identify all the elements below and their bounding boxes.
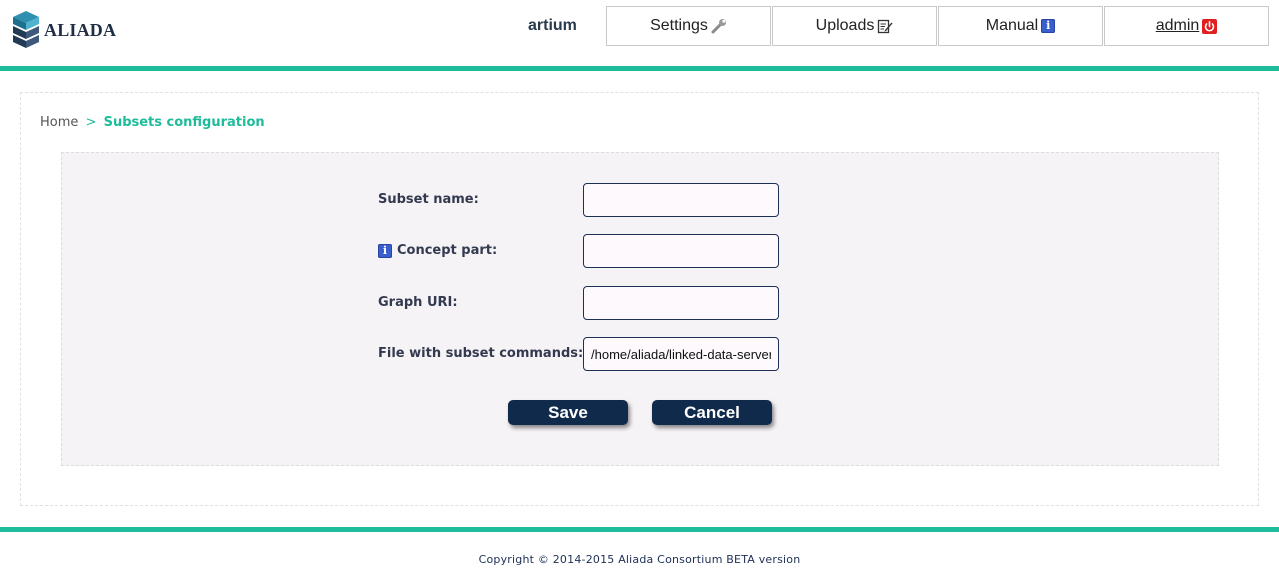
concept-part-info-icon[interactable]: i (378, 243, 392, 258)
concept-part-label-text: Concept part: (397, 243, 498, 258)
nav-manual[interactable]: Manual i (938, 6, 1103, 46)
current-user-name: artium (528, 17, 577, 34)
breadcrumb-separator: > (85, 115, 97, 130)
graph-uri-input[interactable] (583, 286, 779, 320)
breadcrumb-home[interactable]: Home (40, 115, 78, 130)
file-commands-label: File with subset commands: (378, 346, 584, 361)
logo-icon (13, 11, 39, 48)
main-nav: Settings Uploads Manual i admin (606, 6, 1270, 46)
nav-admin-logout[interactable]: admin (1104, 6, 1269, 46)
nav-uploads[interactable]: Uploads (772, 6, 937, 46)
logo-text: ALIADA (44, 19, 117, 40)
header-divider (0, 66, 1279, 71)
file-commands-input[interactable] (583, 337, 779, 371)
graph-uri-label: Graph URI: (378, 295, 458, 310)
header: ALIADA artium Settings Uploads Manual i (0, 0, 1279, 66)
concept-part-label: i Concept part: (378, 243, 497, 258)
wrench-icon (711, 19, 726, 34)
power-icon (1202, 18, 1218, 34)
concept-part-input[interactable] (583, 234, 779, 268)
edit-icon (878, 19, 893, 34)
footer-copyright: Copyright © 2014-2015 Aliada Consortium … (478, 553, 801, 566)
nav-uploads-label: Uploads (815, 17, 875, 34)
footer-divider (0, 527, 1279, 532)
cancel-button[interactable]: Cancel (652, 400, 772, 425)
logo[interactable]: ALIADA (12, 8, 122, 52)
save-button[interactable]: Save (508, 400, 628, 425)
nav-settings[interactable]: Settings (606, 6, 771, 46)
subset-name-label: Subset name: (378, 192, 479, 207)
breadcrumb-current: Subsets configuration (103, 115, 265, 130)
subset-name-input[interactable] (583, 183, 779, 217)
info-icon: i (1041, 19, 1056, 33)
nav-manual-label: Manual (985, 17, 1039, 34)
nav-admin-label: admin (1155, 17, 1200, 34)
breadcrumb: Home > Subsets configuration (40, 115, 265, 130)
nav-settings-label: Settings (650, 17, 708, 34)
